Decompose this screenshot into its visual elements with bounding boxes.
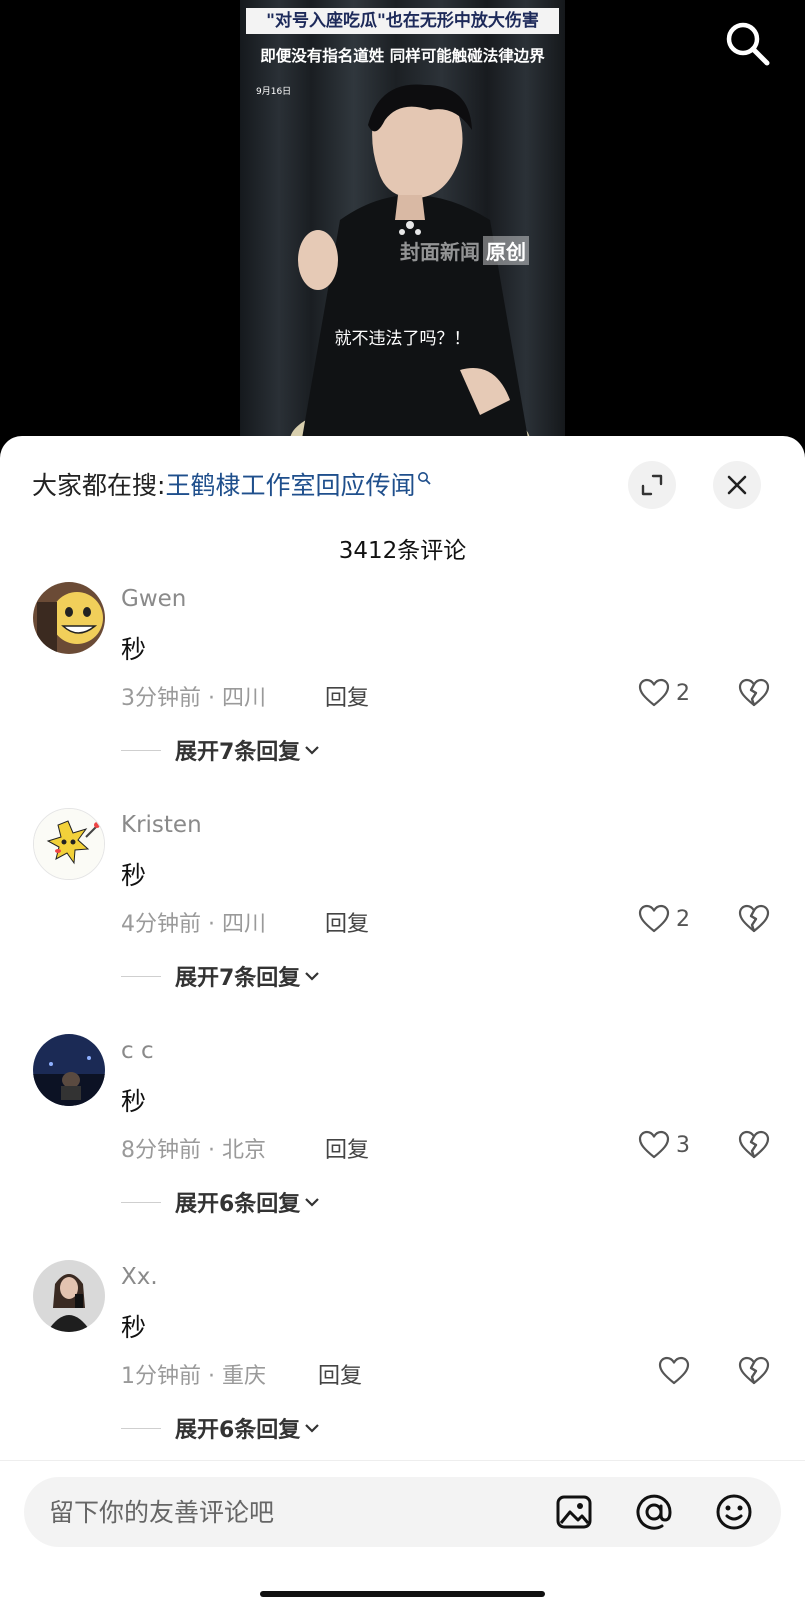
broken-heart-icon: [738, 1130, 770, 1159]
comment-username[interactable]: c c: [121, 1038, 154, 1064]
expand-replies-label: 展开7条回复: [175, 966, 301, 991]
like-count: 2: [676, 680, 690, 706]
video-player[interactable]: "对号入座吃瓜"也在无形中放大伤害 即便没有指名道姓 同样可能触碰法律边界 9月…: [0, 0, 805, 450]
search-button[interactable]: [722, 18, 772, 68]
like-button[interactable]: 3: [638, 1130, 690, 1160]
like-button[interactable]: 2: [638, 904, 690, 934]
chevron-down-icon: [305, 746, 320, 755]
search-icon: [726, 22, 770, 66]
comment-text: 秒: [121, 861, 147, 890]
trending-search[interactable]: 大家都在搜:王鹤棣工作室回应传闻: [32, 466, 432, 502]
home-indicator: [260, 1591, 545, 1597]
avatar[interactable]: [33, 1034, 105, 1106]
expand-icon: [641, 474, 663, 496]
reply-button[interactable]: 回复: [318, 1358, 362, 1390]
comment-meta: 3分钟前 · 四川: [121, 686, 266, 711]
comment-item: Kristen 秒 4分钟前 · 四川 回复 2 展开7条回复: [0, 808, 805, 1040]
avatar-image: [33, 1034, 105, 1106]
comment-username[interactable]: Kristen: [121, 812, 202, 838]
broken-heart-icon: [738, 904, 770, 933]
dislike-button[interactable]: [738, 904, 770, 938]
comment-meta: 1分钟前 · 重庆: [121, 1364, 266, 1389]
close-sheet-button[interactable]: [713, 461, 761, 509]
chevron-down-icon: [305, 972, 320, 981]
comment-input-container[interactable]: [24, 1477, 781, 1547]
trending-prefix: 大家都在搜:: [32, 471, 166, 500]
expand-replies-button[interactable]: 展开6条回复: [121, 1186, 320, 1218]
reply-button[interactable]: 回复: [325, 906, 369, 938]
dislike-button[interactable]: [738, 678, 770, 712]
comment-username[interactable]: Xx.: [121, 1264, 158, 1290]
comment-meta: 8分钟前 · 北京: [121, 1138, 266, 1163]
broken-heart-icon: [738, 1356, 770, 1385]
at-icon: [636, 1494, 672, 1530]
reply-button[interactable]: 回复: [325, 1132, 369, 1164]
comment-text: 秒: [121, 635, 147, 664]
comment-text: 秒: [121, 1313, 147, 1342]
divider: [121, 1427, 161, 1429]
heart-icon: [638, 1130, 670, 1159]
divider: [121, 749, 161, 751]
comment-meta: 4分钟前 · 四川: [121, 912, 266, 937]
avatar[interactable]: [33, 582, 105, 654]
image-button[interactable]: [554, 1492, 594, 1532]
expand-replies-label: 展开6条回复: [175, 1192, 301, 1217]
expand-replies-button[interactable]: 展开7条回复: [121, 960, 320, 992]
avatar[interactable]: [33, 808, 105, 880]
heart-icon: [638, 678, 670, 707]
chevron-down-icon: [305, 1198, 320, 1207]
broken-heart-icon: [738, 678, 770, 707]
heart-icon: [638, 904, 670, 933]
comment-input[interactable]: [49, 1477, 529, 1547]
expand-replies-button[interactable]: 展开7条回复: [121, 734, 320, 766]
video-headline-2: 即便没有指名道姓 同样可能触碰法律边界: [260, 47, 545, 65]
comment-count: 3412条评论: [338, 538, 467, 564]
comment-sheet: 大家都在搜:王鹤棣工作室回应传闻 3412条评论 Gwen 秒 3分钟前 · 四…: [0, 436, 805, 1610]
comment-item: Gwen 秒 3分钟前 · 四川 回复 2 展开7条回复: [0, 582, 805, 814]
avatar-image: [34, 809, 104, 879]
image-icon: [556, 1495, 592, 1529]
like-button[interactable]: [658, 1356, 696, 1386]
chevron-down-icon: [305, 1424, 320, 1433]
small-search-icon: [418, 471, 432, 485]
dislike-button[interactable]: [738, 1130, 770, 1164]
comment-item: c c 秒 8分钟前 · 北京 回复 3 展开6条回复: [0, 1034, 805, 1266]
emoji-button[interactable]: [714, 1492, 754, 1532]
comment-input-bar: [0, 1460, 805, 1610]
avatar-image: [33, 1260, 105, 1332]
reply-button[interactable]: 回复: [325, 680, 369, 712]
video-headline-1: "对号入座吃瓜"也在无形中放大伤害: [246, 8, 559, 34]
video-watermark: 封面新闻 原创: [400, 236, 529, 265]
video-frame: "对号入座吃瓜"也在无形中放大伤害 即便没有指名道姓 同样可能触碰法律边界 9月…: [240, 0, 565, 450]
like-count: 2: [676, 906, 690, 932]
mention-button[interactable]: [634, 1492, 674, 1532]
expand-replies-button[interactable]: 展开6条回复: [121, 1412, 320, 1444]
divider: [121, 1201, 161, 1203]
avatar-image: [33, 582, 105, 654]
avatar[interactable]: [33, 1260, 105, 1332]
divider: [121, 975, 161, 977]
comment-username[interactable]: Gwen: [121, 586, 186, 612]
comment-text: 秒: [121, 1087, 147, 1116]
trending-topic-link[interactable]: 王鹤棣工作室回应传闻: [165, 471, 415, 500]
dislike-button[interactable]: [738, 1356, 770, 1390]
like-button[interactable]: 2: [638, 678, 690, 708]
expand-replies-label: 展开6条回复: [175, 1418, 301, 1443]
expand-sheet-button[interactable]: [628, 461, 676, 509]
expand-replies-label: 展开7条回复: [175, 740, 301, 765]
video-subtitle: 就不违法了吗？！: [334, 329, 471, 349]
close-icon: [727, 475, 747, 495]
comment-item: Xx. 秒 1分钟前 · 重庆 回复 展开6条回复: [0, 1260, 805, 1492]
emoji-icon: [716, 1494, 752, 1530]
heart-icon: [658, 1356, 690, 1385]
like-count: 3: [676, 1132, 690, 1158]
